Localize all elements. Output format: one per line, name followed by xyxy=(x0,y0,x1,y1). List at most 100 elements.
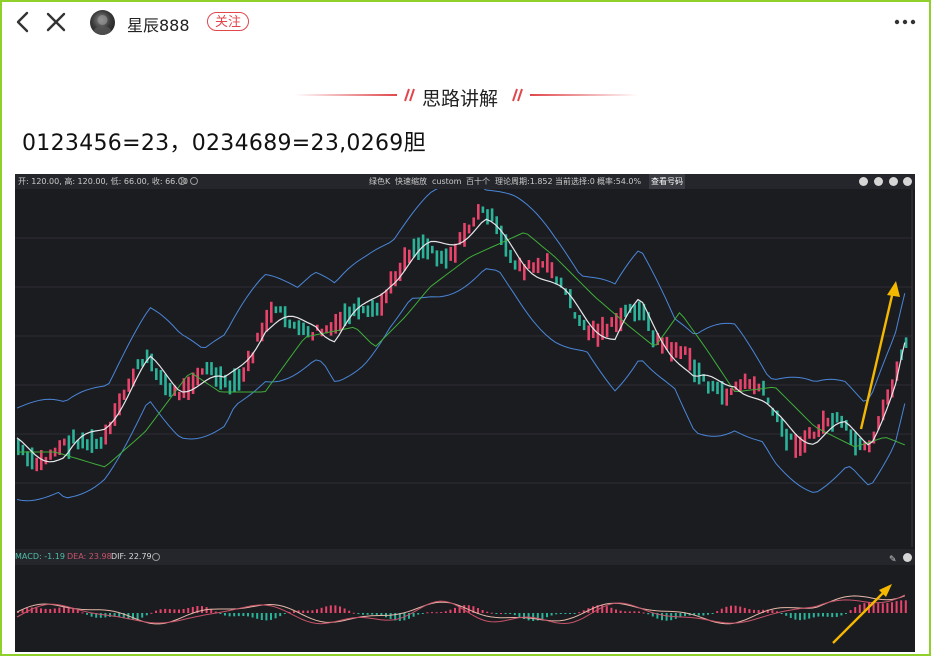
macd-bar xyxy=(178,609,180,613)
close-icon xyxy=(46,12,66,32)
macd-bar xyxy=(99,613,102,618)
macd-bar xyxy=(858,604,861,613)
candle xyxy=(256,332,259,342)
macd-bar xyxy=(831,613,834,618)
candle xyxy=(780,418,784,437)
macd-bar xyxy=(486,611,489,613)
chevron-left-icon xyxy=(16,11,29,33)
candle xyxy=(435,250,439,267)
macd-bar xyxy=(150,612,153,614)
macd-bar xyxy=(141,613,144,618)
tab-hundred[interactable]: 百十个 xyxy=(466,174,490,189)
macd-bar xyxy=(748,609,751,613)
down-arrow-icon[interactable] xyxy=(903,177,912,186)
macd-bar xyxy=(840,613,843,616)
macd-bar xyxy=(601,605,604,613)
candle xyxy=(366,305,370,317)
macd-bar xyxy=(63,607,65,613)
macd-bar xyxy=(757,610,760,613)
candle xyxy=(467,224,471,234)
macd-bar xyxy=(329,605,332,613)
macd-bar xyxy=(877,603,880,613)
candle xyxy=(237,368,241,391)
back-button[interactable] xyxy=(10,10,34,34)
candle xyxy=(362,306,365,314)
macd-bar xyxy=(559,613,562,614)
tab-custom[interactable]: custom xyxy=(432,174,461,189)
help-icon xyxy=(152,553,160,561)
candle xyxy=(573,312,577,319)
macd-bar xyxy=(642,612,645,614)
more-button[interactable] xyxy=(890,12,920,32)
macd-bar xyxy=(647,613,650,615)
candle xyxy=(136,359,140,370)
settings-icon[interactable] xyxy=(859,177,868,186)
macd-bar xyxy=(265,613,268,621)
macd-bar xyxy=(187,608,190,613)
macd-histogram xyxy=(17,600,907,621)
macd-bar xyxy=(904,600,907,613)
candle xyxy=(339,311,342,332)
help-icon xyxy=(190,177,198,185)
candle xyxy=(90,429,94,453)
accuracy-readout: 概率:54.0% xyxy=(597,177,642,186)
macd-bar xyxy=(306,610,309,613)
candle xyxy=(431,245,434,254)
settings-icon[interactable] xyxy=(903,553,912,562)
camera-icon[interactable] xyxy=(874,177,883,186)
candle xyxy=(693,359,696,383)
macd-bar xyxy=(109,613,111,617)
candle xyxy=(403,247,406,271)
candle xyxy=(509,249,512,263)
candle xyxy=(178,391,181,401)
candle xyxy=(26,451,29,467)
macd-chart[interactable] xyxy=(15,565,915,652)
macd-bar xyxy=(808,613,811,619)
candle xyxy=(155,368,158,380)
macd-bar xyxy=(219,613,222,614)
candle xyxy=(684,346,687,355)
macd-bar xyxy=(891,602,893,613)
macd-bar xyxy=(564,613,567,614)
candle xyxy=(532,262,535,273)
view-numbers-button[interactable]: 查看号码 xyxy=(649,174,685,189)
candle xyxy=(122,389,126,400)
macd-bar xyxy=(260,613,263,620)
candle xyxy=(835,412,839,423)
macd-bar xyxy=(182,609,185,613)
price-chart[interactable] xyxy=(15,189,915,547)
username[interactable]: 星辰888 xyxy=(127,12,190,36)
macd-bar xyxy=(164,608,167,613)
macd-bar xyxy=(362,613,364,615)
macd-bar xyxy=(785,613,788,616)
macd-bar xyxy=(366,613,369,615)
follow-button[interactable]: 关注 xyxy=(207,12,250,31)
candle xyxy=(785,428,788,451)
macd-bar xyxy=(389,613,392,619)
macd-bar xyxy=(440,612,443,613)
candle xyxy=(274,306,278,314)
tab-green-k[interactable]: 绿色K xyxy=(369,174,390,189)
macd-bar xyxy=(569,613,571,614)
macd-bar xyxy=(247,613,249,617)
macd-bar xyxy=(771,610,774,613)
macd-bar xyxy=(334,605,337,613)
close-button[interactable] xyxy=(44,10,68,34)
candle xyxy=(72,429,75,444)
macd-bar xyxy=(357,613,360,615)
headline: 0123456=23，0234689=23,0269胆 xyxy=(22,131,426,156)
tab-fast-slow[interactable]: 快速缩放 xyxy=(395,174,427,189)
slash-mark-icon xyxy=(404,88,415,102)
candle xyxy=(633,304,636,322)
macd-bar xyxy=(881,603,884,613)
avatar[interactable] xyxy=(90,10,115,35)
up-arrow-icon[interactable] xyxy=(889,177,898,186)
candle xyxy=(219,366,222,390)
candle xyxy=(159,370,163,385)
macd-header: MACD: -1.19 DEA: 23.98 DIF: 22.79 ✎ xyxy=(15,549,915,565)
candle xyxy=(279,306,282,313)
chart-toolbar: 开: 120.00, 高: 120.00, 低: 66.00, 收: 66.00… xyxy=(15,174,915,189)
candle xyxy=(371,300,374,317)
candle xyxy=(541,261,544,268)
candle xyxy=(293,321,296,329)
